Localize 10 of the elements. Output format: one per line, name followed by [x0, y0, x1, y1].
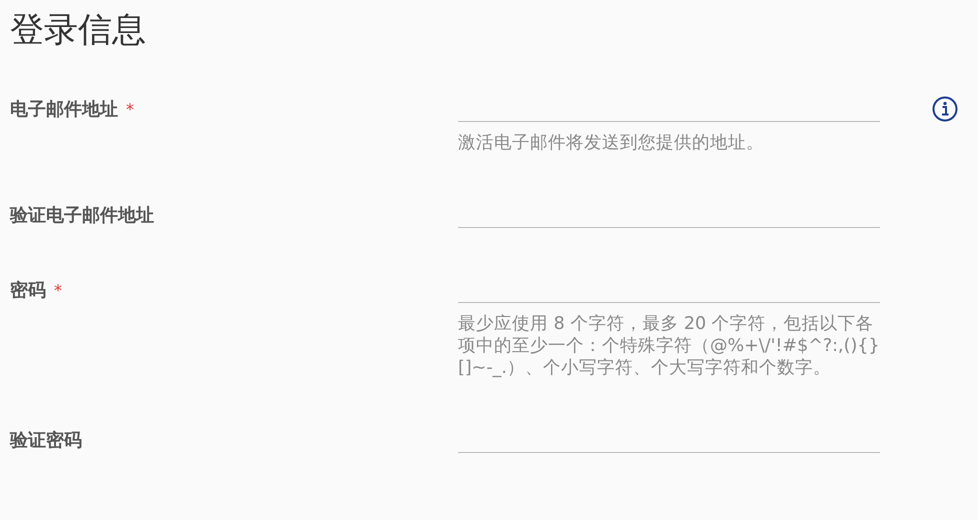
- field-hint: 最少应使用 8 个字符，最多 20 个字符，包括以下各项中的至少一个：个特殊字符（@%+\/'!#$^?:,(){}[]~-_.）、个小写字符、个大写字符和个数字。: [458, 313, 880, 379]
- field-hint: 激活电子邮件将发送到您提供的地址。: [458, 132, 765, 154]
- field-label: 验证密码: [10, 429, 82, 453]
- field-label: 验证电子邮件地址: [10, 204, 154, 228]
- field-label: 电子邮件地址: [10, 98, 118, 122]
- required-mark: *: [54, 280, 62, 302]
- section-title: 登录信息: [9, 9, 147, 52]
- info-icon[interactable]: [932, 96, 958, 122]
- field-label: 密码: [10, 279, 46, 303]
- required-mark: *: [126, 98, 134, 120]
